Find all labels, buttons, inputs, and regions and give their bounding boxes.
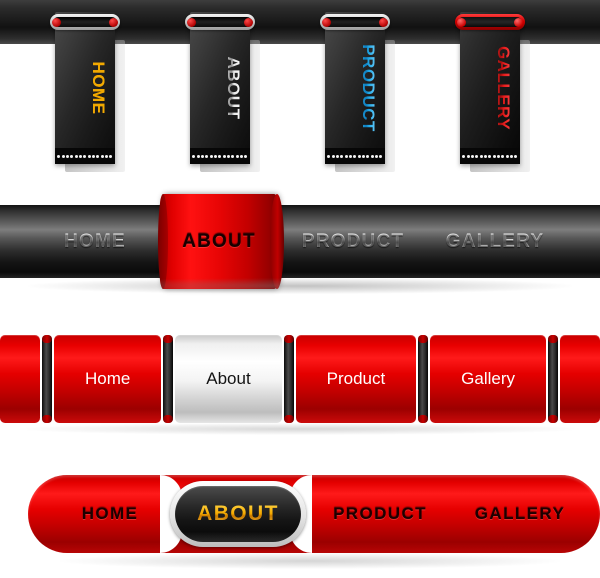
pill-item-home[interactable]: HOME — [55, 475, 165, 553]
block-divider-1 — [40, 335, 54, 423]
tag-about-bead-left-icon — [187, 18, 196, 27]
block-segment-product[interactable]: Product — [295, 335, 417, 423]
block-divider-2 — [161, 335, 175, 423]
cylinder-navigation: HOME ABOUT PRODUCT GALLERY — [0, 194, 600, 295]
block-segment-home[interactable]: Home — [54, 335, 162, 423]
tag-about-hanger[interactable] — [185, 14, 255, 30]
tag-product-bead-left-icon — [322, 18, 331, 27]
cylinder-item-product[interactable]: PRODUCT — [288, 205, 418, 278]
pill-item-about-label: ABOUT — [197, 502, 279, 525]
tag-home[interactable]: HOME — [50, 12, 125, 172]
segmented-block-navigation: Home About Product Gallery — [0, 335, 600, 435]
tag-home-body[interactable]: HOME — [55, 12, 115, 164]
cylinder-item-product-label: PRODUCT — [301, 230, 405, 252]
tag-home-label: HOME — [89, 61, 108, 115]
tag-gallery-hanger-inner — [458, 17, 522, 27]
tag-product-bead-right-icon — [379, 18, 388, 27]
tag-home-hanger[interactable] — [50, 14, 120, 30]
tag-gallery-hanger[interactable] — [455, 14, 525, 30]
tag-product-body[interactable]: PRODUCT — [325, 12, 385, 164]
pill-item-product[interactable]: PRODUCT — [315, 475, 445, 553]
cylinder-bar-shadow — [28, 278, 572, 294]
cylinder-item-gallery[interactable]: GALLERY — [430, 205, 560, 278]
block-segment-gallery[interactable]: Gallery — [430, 335, 546, 423]
block-segment-right-cap — [560, 335, 600, 423]
tag-about-perforation — [190, 148, 250, 164]
cylinder-item-about-label: ABOUT — [182, 230, 256, 252]
tag-product-hanger-inner — [323, 17, 387, 27]
tag-product[interactable]: PRODUCT — [320, 12, 395, 172]
pill-bar-shadow — [60, 553, 560, 569]
pill-item-about[interactable]: ABOUT — [170, 481, 306, 547]
tag-about[interactable]: ABOUT — [185, 12, 260, 172]
block-bar-shadow — [20, 423, 580, 435]
tag-product-label: PRODUCT — [359, 44, 378, 132]
pill-item-gallery[interactable]: GALLERY — [455, 475, 585, 553]
tag-gallery-body[interactable]: GALLERY — [460, 12, 520, 164]
tag-gallery-bead-left-icon — [457, 18, 466, 27]
cylinder-item-home-label: HOME — [64, 230, 126, 252]
tag-gallery[interactable]: GALLERY — [455, 12, 530, 172]
cylinder-item-home[interactable]: HOME — [40, 205, 150, 278]
block-divider-3 — [282, 335, 296, 423]
cylinder-item-gallery-label: GALLERY — [445, 230, 545, 252]
tag-product-hanger[interactable] — [320, 14, 390, 30]
tag-gallery-bead-right-icon — [514, 18, 523, 27]
tag-home-hanger-inner — [53, 17, 117, 27]
block-divider-4 — [416, 335, 430, 423]
tag-about-body[interactable]: ABOUT — [190, 12, 250, 164]
tag-about-bead-right-icon — [244, 18, 253, 27]
tag-home-bead-right-icon — [109, 18, 118, 27]
block-divider-5 — [546, 335, 560, 423]
tag-home-bead-left-icon — [52, 18, 61, 27]
hanging-tag-navigation: HOME ABOUT PRODUCT GALLERY — [0, 0, 600, 190]
block-segment-about[interactable]: About — [175, 335, 282, 423]
tag-about-label: ABOUT — [224, 56, 243, 120]
cylinder-item-about-sleeve[interactable]: ABOUT — [158, 194, 284, 289]
tag-gallery-label: GALLERY — [494, 45, 513, 131]
tag-product-perforation — [325, 148, 385, 164]
tag-about-hanger-inner — [188, 17, 252, 27]
pill-item-about-inner: ABOUT — [175, 486, 301, 542]
tag-home-perforation — [55, 148, 115, 164]
block-bar-track: Home About Product Gallery — [0, 335, 600, 423]
block-segment-left-cap — [0, 335, 40, 423]
tag-gallery-perforation — [460, 148, 520, 164]
pill-navigation: HOME ABOUT PRODUCT GALLERY — [0, 465, 600, 578]
